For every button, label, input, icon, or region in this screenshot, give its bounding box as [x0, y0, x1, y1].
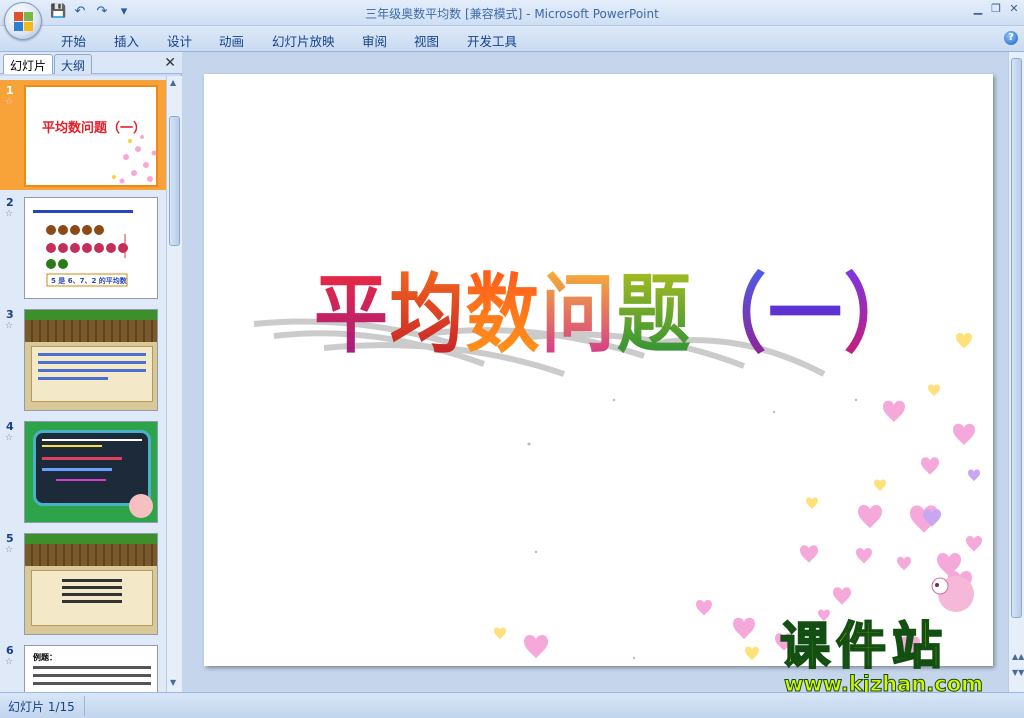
- grass-strip: [25, 310, 157, 320]
- slide-thumbnail-3[interactable]: 3 ☆: [0, 304, 166, 414]
- slide-preview: [24, 421, 158, 523]
- slide-thumbnail-6[interactable]: 6 ☆ 例题：: [0, 640, 166, 692]
- document-name: 三年级奥数平均数 [兼容模式]: [365, 7, 523, 21]
- hearts-decoration: [112, 135, 156, 184]
- app-name: - Microsoft PowerPoint: [522, 7, 659, 21]
- office-logo-icon: [14, 12, 34, 32]
- close-panel-icon[interactable]: ✕: [164, 55, 176, 71]
- scrollbar-thumb[interactable]: [1011, 58, 1022, 618]
- restore-button[interactable]: ❐: [990, 2, 1002, 15]
- tab-developer[interactable]: 开发工具: [467, 31, 517, 50]
- slide-thumbnail-4[interactable]: 4 ☆: [0, 416, 166, 526]
- ribbon-tabs: 开始 插入 设计 动画 幻灯片放映 审阅 视图 开发工具 ?: [0, 26, 1024, 52]
- window-controls: ▁ ❐ ✕: [972, 2, 1020, 15]
- animation-star-icon: ☆: [5, 97, 14, 107]
- tab-insert[interactable]: 插入: [114, 31, 139, 50]
- scroll-down-icon[interactable]: ▼: [170, 678, 176, 687]
- animation-star-icon: ☆: [5, 433, 14, 443]
- slide-editor: 平均数问题（一）: [186, 52, 1008, 692]
- slide-number: 6: [6, 644, 14, 657]
- slide-thumbnail-1[interactable]: 1 ☆ 平均数问题（一）: [0, 80, 166, 190]
- grass-strip: [25, 534, 157, 544]
- slide-number: 4: [6, 420, 14, 433]
- text-panel: [31, 346, 153, 402]
- tab-slide-show[interactable]: 幻灯片放映: [272, 31, 335, 50]
- slide-number: 5: [6, 532, 14, 545]
- cartoon-character: [129, 494, 153, 518]
- scrollbar-thumb[interactable]: [169, 116, 180, 246]
- thumbnail-scrollbar[interactable]: ▲ ▼: [166, 76, 182, 692]
- watermark-title: 课件站: [779, 617, 948, 675]
- slide-preview: [24, 309, 158, 411]
- current-slide[interactable]: 平均数问题（一）: [204, 74, 993, 666]
- text-panel: [31, 570, 153, 626]
- watermark: 课件站 www.kjzhan.com: [779, 617, 1004, 697]
- minimize-button[interactable]: ▁: [972, 2, 984, 15]
- status-divider: [84, 696, 85, 716]
- slide-counter: 幻灯片 1/15: [8, 700, 75, 714]
- slides-panel: 幻灯片 大纲 ✕ 1 ☆ 平均数问题（一） 2 ☆ 5 是 6、7、2 的平均数…: [0, 52, 182, 692]
- slide-thumbnail-5[interactable]: 5 ☆: [0, 528, 166, 638]
- animation-star-icon: ☆: [5, 209, 14, 219]
- slide-thumbnail-2[interactable]: 2 ☆ 5 是 6、7、2 的平均数: [0, 192, 166, 302]
- tab-review[interactable]: 审阅: [362, 31, 387, 50]
- office-button[interactable]: [4, 2, 42, 40]
- tab-home[interactable]: 开始: [61, 31, 86, 50]
- hearts-decoration: [494, 332, 982, 661]
- blackboard: [33, 430, 151, 506]
- slide-preview: 5 是 6、7、2 的平均数: [24, 197, 158, 299]
- slide-number: 2: [6, 196, 14, 209]
- close-button[interactable]: ✕: [1008, 2, 1020, 15]
- fence: [25, 320, 157, 342]
- tab-outline[interactable]: 大纲: [54, 54, 93, 74]
- slide-number: 1: [6, 84, 14, 97]
- slide-number: 3: [6, 308, 14, 321]
- tab-slides[interactable]: 幻灯片: [3, 54, 54, 74]
- thumbnail-list: 1 ☆ 平均数问题（一） 2 ☆ 5 是 6、7、2 的平均数 3 ☆ 4 ☆ …: [0, 76, 166, 692]
- tab-view[interactable]: 视图: [414, 31, 439, 50]
- scroll-up-icon[interactable]: ▲: [170, 78, 176, 87]
- fence: [25, 544, 157, 566]
- prev-slide-icon[interactable]: ▲▲: [1012, 652, 1024, 661]
- tab-animations[interactable]: 动画: [219, 31, 244, 50]
- slide-preview: [24, 533, 158, 635]
- slide-preview: 平均数问题（一）: [24, 85, 158, 187]
- animation-star-icon: ☆: [5, 657, 14, 667]
- animation-star-icon: ☆: [5, 321, 14, 331]
- slide-scrollbar[interactable]: ▲▲ ▼▼: [1008, 52, 1024, 692]
- thumb-caption: 5 是 6、7、2 的平均数: [51, 277, 127, 285]
- status-bar: 幻灯片 1/15: [0, 692, 1024, 718]
- title-bar: 💾 ↶ ↷ ▾ 三年级奥数平均数 [兼容模式] - Microsoft Powe…: [0, 0, 1024, 26]
- animation-star-icon: ☆: [5, 545, 14, 555]
- slide-preview: 例题：: [24, 645, 158, 692]
- window-title: 三年级奥数平均数 [兼容模式] - Microsoft PowerPoint: [0, 5, 1024, 22]
- panel-tabs: 幻灯片 大纲 ✕: [0, 52, 182, 74]
- next-slide-icon[interactable]: ▼▼: [1012, 668, 1024, 677]
- help-icon[interactable]: ?: [1004, 31, 1018, 45]
- tab-design[interactable]: 设计: [167, 31, 192, 50]
- thumb-heading: 例题：: [33, 653, 57, 662]
